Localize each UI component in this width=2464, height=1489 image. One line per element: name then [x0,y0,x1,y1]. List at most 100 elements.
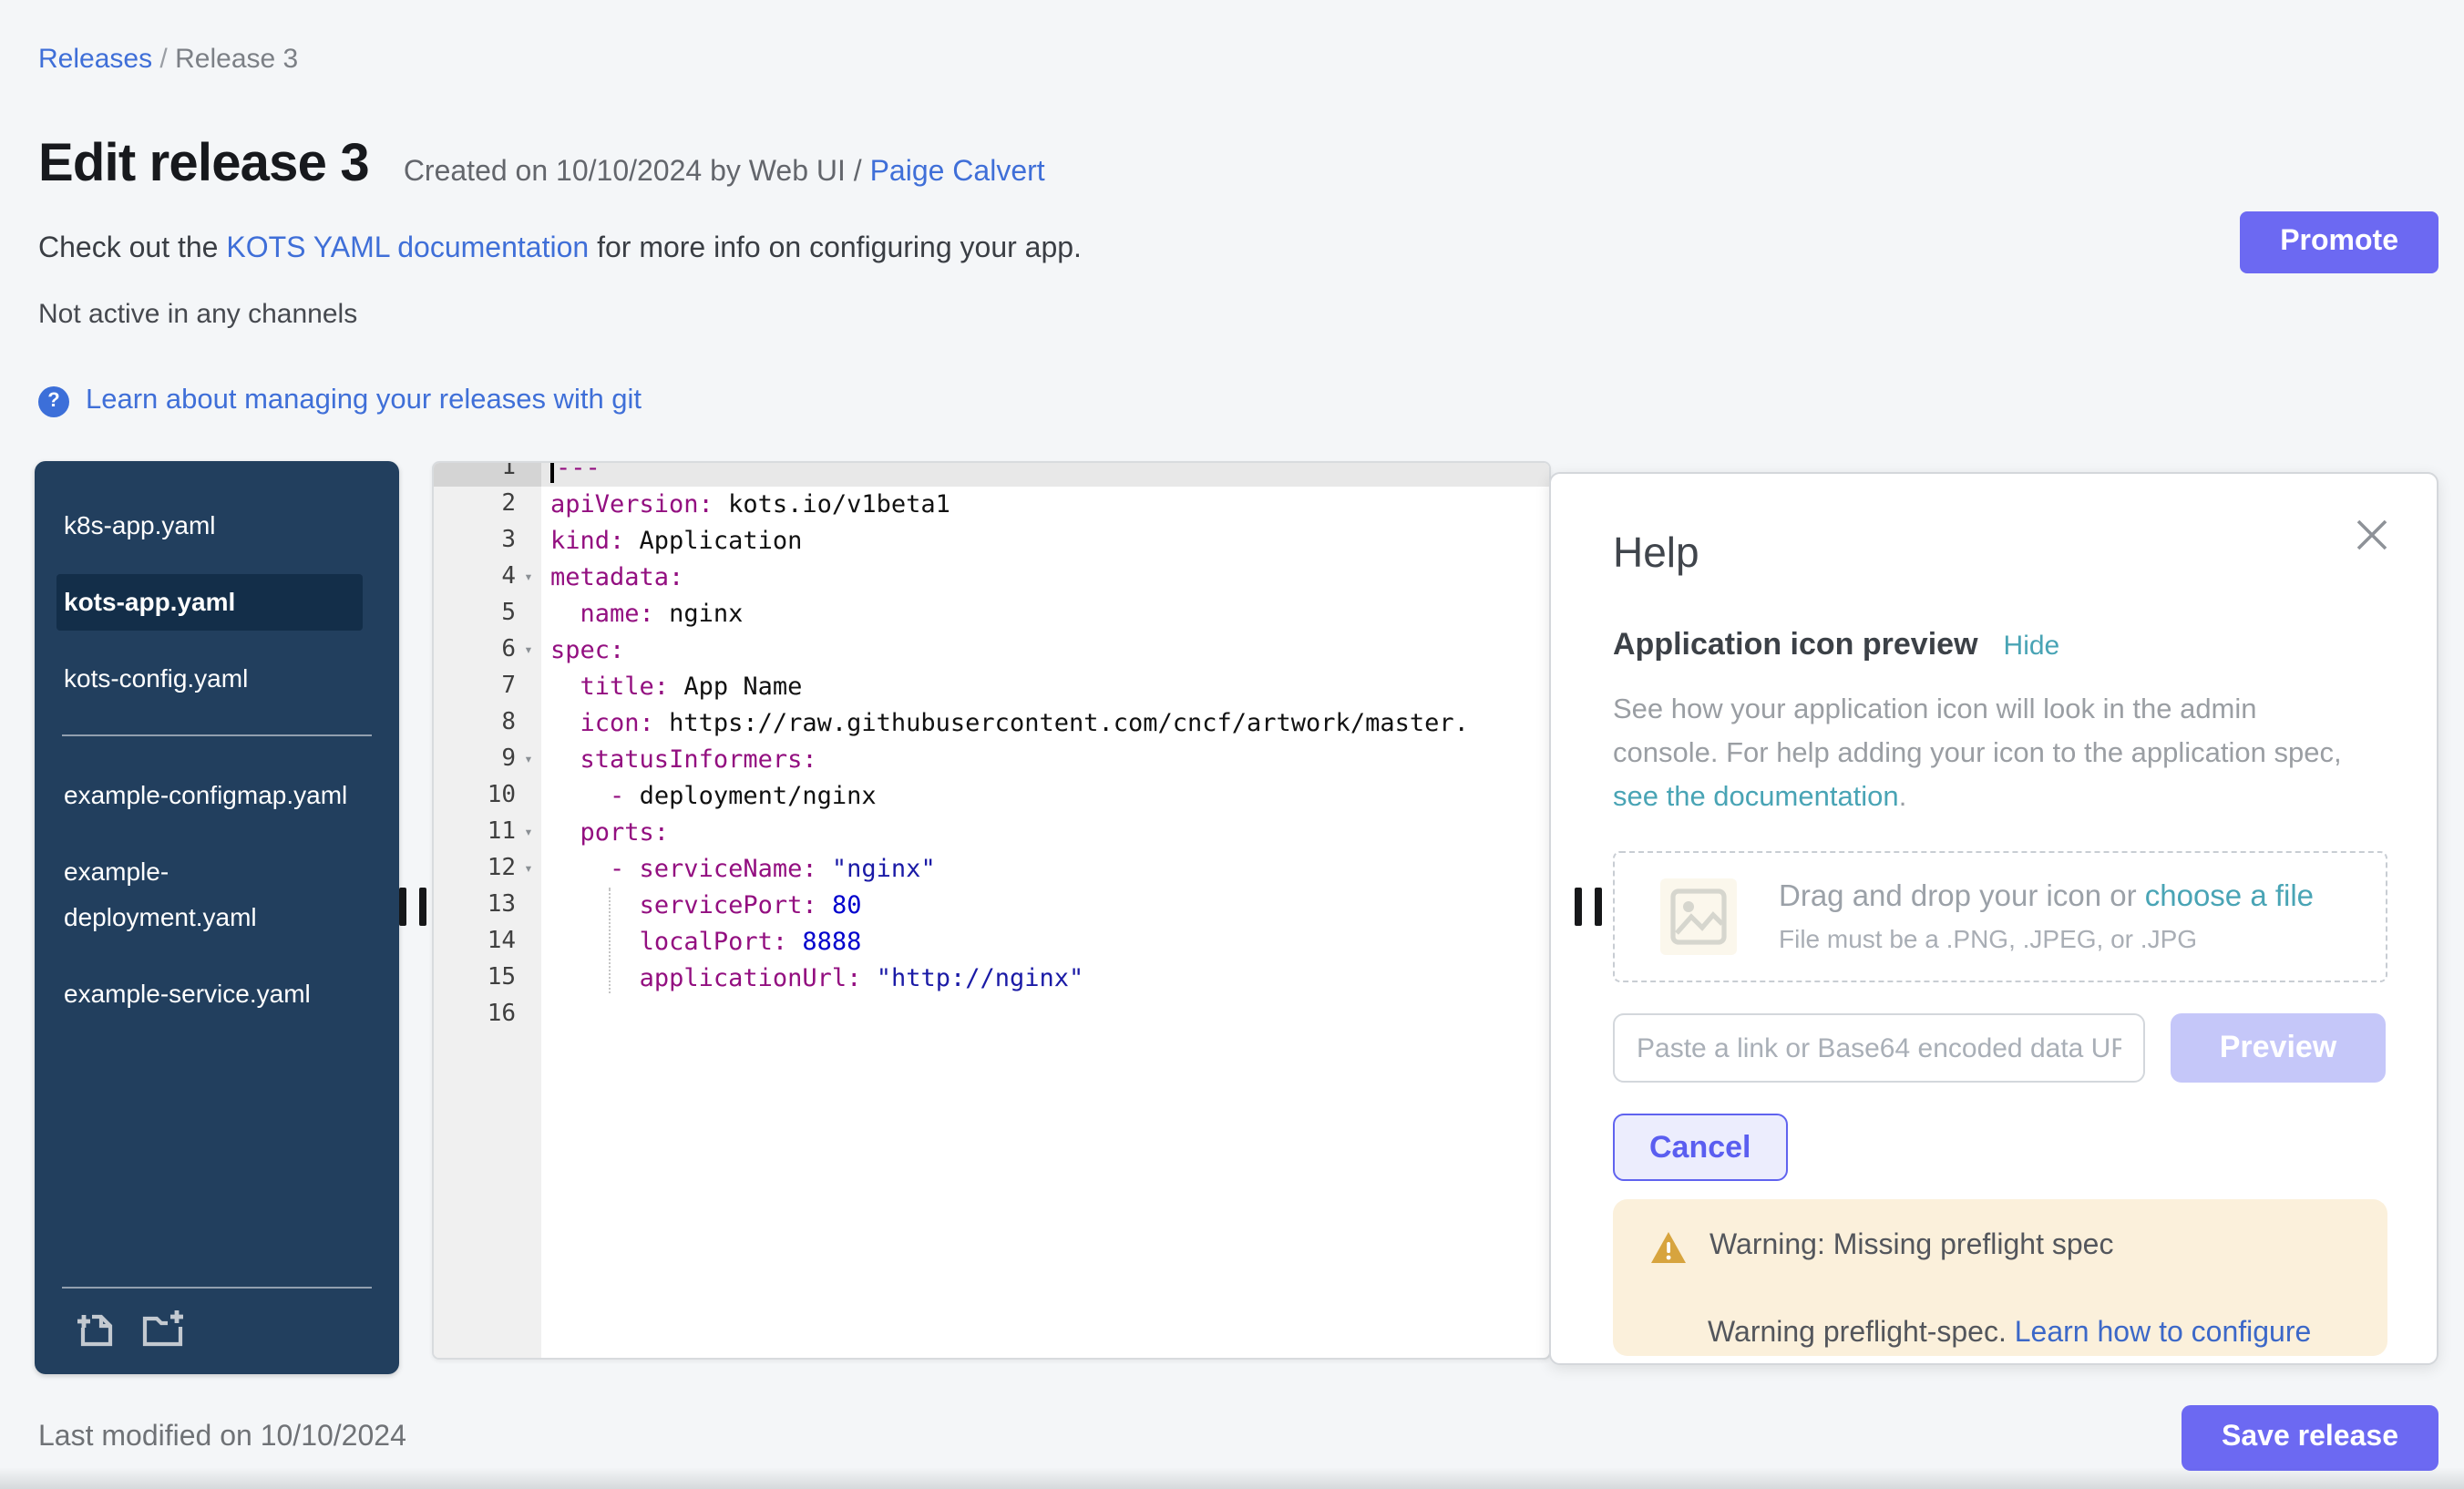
code-line[interactable]: 5 name: nginx [434,596,1549,632]
preview-button[interactable]: Preview [2171,1013,2386,1083]
line-number-cell[interactable]: 9▾ [434,742,541,778]
hide-link[interactable]: Hide [2004,631,2060,662]
line-number-cell[interactable]: 6▾ [434,632,541,669]
line-number-cell[interactable]: 10 [434,778,541,815]
code-line[interactable]: 14 localPort: 8888 [434,924,1549,960]
code-line-text[interactable]: applicationUrl: "http://nginx" [541,960,1549,997]
breadcrumb-releases-link[interactable]: Releases [38,44,152,75]
code-line[interactable]: 7 title: App Name [434,669,1549,705]
code-line[interactable]: 6▾spec: [434,632,1549,669]
dropzone-subtext: File must be a .PNG, .JPEG, or .JPG [1779,924,2314,953]
code-line-text[interactable]: servicePort: 80 [541,888,1549,924]
file-list-divider [62,734,372,736]
line-number-cell[interactable]: 5 [434,596,541,632]
git-releases-link[interactable]: Learn about managing your releases with … [86,385,642,417]
icon-dropzone[interactable]: Drag and drop your icon or choose a file… [1613,851,2387,982]
last-modified: Last modified on 10/10/2024 [38,1422,406,1454]
promote-button[interactable]: Promote [2240,211,2438,273]
code-line[interactable]: 12▾ - serviceName: "nginx" [434,851,1549,888]
fold-arrow-icon[interactable]: ▾ [516,851,541,888]
line-number-cell[interactable]: 7 [434,669,541,705]
warning-icon [1649,1229,1688,1264]
file-list: k8s-app.yaml kots-app.yaml kots-config.yam… [35,461,399,1042]
help-panel: Help Application icon preview Hide See h… [1549,472,2438,1365]
save-release-button[interactable]: Save release [2182,1405,2438,1471]
question-icon: ? [38,385,69,416]
code-line-text[interactable]: --- [541,461,1549,487]
fold-arrow-icon[interactable]: ▾ [516,632,541,669]
code-line-text[interactable]: - deployment/nginx [541,778,1549,815]
code-line-text[interactable]: spec: [541,632,1549,669]
line-number-cell[interactable]: 13 [434,888,541,924]
image-placeholder-icon [1660,878,1737,955]
code-line-text[interactable]: localPort: 8888 [541,924,1549,960]
fold-arrow-icon[interactable]: ▾ [516,560,541,596]
git-help-row[interactable]: ? Learn about managing your releases wit… [38,385,642,417]
close-icon[interactable] [2355,518,2389,552]
code-line[interactable]: 3kind: Application [434,523,1549,560]
code-line[interactable]: 9▾ statusInformers: [434,742,1549,778]
code-line-text[interactable]: metadata: [541,560,1549,596]
learn-configure-link[interactable]: Learn how to configure [2015,1318,2312,1349]
line-number-cell[interactable]: 15 [434,960,541,997]
breadcrumb-current: Release 3 [175,44,298,75]
line-number-cell[interactable]: 2 [434,487,541,523]
code-line-text[interactable]: apiVersion: kots.io/v1beta1 [541,487,1549,523]
editor-rows: 1---2apiVersion: kots.io/v1beta13kind: A… [434,461,1549,1033]
choose-file-link[interactable]: choose a file [2145,880,2314,913]
edit-release-page: Releases / Release 3 Edit release 3 Crea… [0,0,2464,1489]
line-number-cell[interactable]: 3 [434,523,541,560]
code-line[interactable]: 1--- [434,461,1549,487]
code-line[interactable]: 2apiVersion: kots.io/v1beta1 [434,487,1549,523]
code-line[interactable]: 13 servicePort: 80 [434,888,1549,924]
docs-hint-prefix: Check out the [38,233,226,264]
code-line[interactable]: 8 icon: https://raw.githubusercontent.co… [434,705,1549,742]
breadcrumb-separator: / [152,44,175,75]
file-item[interactable]: example-deployment.yaml [56,844,363,946]
code-line[interactable]: 15 applicationUrl: "http://nginx" [434,960,1549,997]
icon-url-input[interactable] [1613,1013,2145,1083]
code-line[interactable]: 16 [434,997,1549,1033]
cancel-button[interactable]: Cancel [1613,1114,1788,1181]
code-line-text[interactable]: - serviceName: "nginx" [541,851,1549,888]
line-number-cell[interactable]: 8 [434,705,541,742]
fold-arrow-icon[interactable]: ▾ [516,815,541,851]
author-link[interactable]: Paige Calvert [870,157,1045,188]
new-folder-icon[interactable] [140,1309,186,1350]
docs-hint: Check out the KOTS YAML documentation fo… [38,233,1082,266]
code-line[interactable]: 11▾ ports: [434,815,1549,851]
code-line-text[interactable]: name: nginx [541,596,1549,632]
dropzone-text: Drag and drop your icon or [1779,880,2145,913]
new-file-icon[interactable] [75,1309,117,1350]
file-item[interactable]: kots-app.yaml [56,574,363,631]
breadcrumb: Releases / Release 3 [38,44,298,75]
pane-resize-handle-left[interactable] [399,888,426,926]
yaml-editor[interactable]: 1---2apiVersion: kots.io/v1beta13kind: A… [432,461,1551,1360]
code-line-text[interactable]: icon: https://raw.githubusercontent.com/… [541,705,1549,742]
code-line-text[interactable]: ports: [541,815,1549,851]
line-number-cell[interactable]: 11▾ [434,815,541,851]
line-number-cell[interactable]: 14 [434,924,541,960]
code-line-text[interactable]: kind: Application [541,523,1549,560]
page-title: Edit release 3 [38,135,369,195]
code-line-text[interactable] [541,997,1549,1033]
file-item[interactable]: example-configmap.yaml [56,767,363,824]
pane-resize-handle-right[interactable] [1575,888,1602,926]
bottom-shade [0,1467,2464,1489]
file-item[interactable]: k8s-app.yaml [56,498,363,554]
code-line[interactable]: 10 - deployment/nginx [434,778,1549,815]
line-number-cell[interactable]: 16 [434,997,541,1033]
file-item[interactable]: kots-config.yaml [56,651,363,707]
line-number-cell[interactable]: 4▾ [434,560,541,596]
code-line[interactable]: 4▾metadata: [434,560,1549,596]
preflight-warning-box: Warning: Missing preflight spec Warning … [1613,1199,2387,1356]
line-number-cell[interactable]: 1 [434,461,541,487]
file-item[interactable]: example-service.yaml [56,966,363,1022]
code-line-text[interactable]: title: App Name [541,669,1549,705]
fold-arrow-icon[interactable]: ▾ [516,742,541,778]
see-documentation-link[interactable]: see the documentation [1613,782,1899,813]
code-line-text[interactable]: statusInformers: [541,742,1549,778]
kots-yaml-docs-link[interactable]: KOTS YAML documentation [226,233,589,264]
line-number-cell[interactable]: 12▾ [434,851,541,888]
help-body-line1: See how your application icon will look … [1613,694,2257,725]
